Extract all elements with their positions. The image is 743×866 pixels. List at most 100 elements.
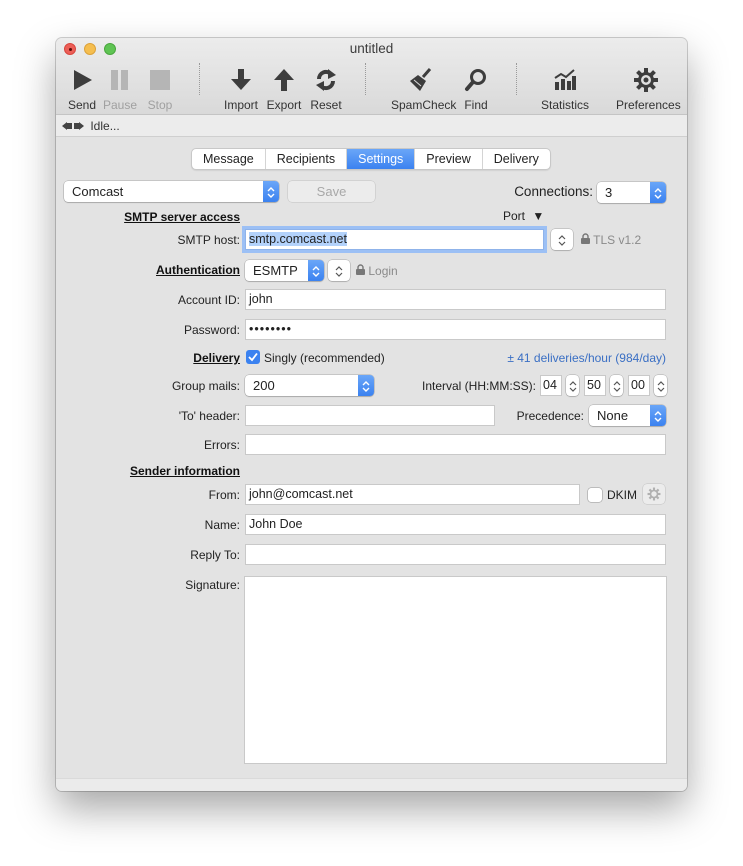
save-button[interactable]: Save — [288, 181, 375, 202]
singly-checkbox[interactable] — [246, 350, 260, 364]
interval-seconds-input[interactable]: 00 — [628, 375, 650, 396]
reset-label: Reset — [310, 98, 342, 112]
gear-icon — [616, 64, 676, 96]
window-title: untitled — [349, 41, 394, 56]
updown-chevron-icon — [263, 181, 279, 202]
spamcheck-label: SpamCheck — [391, 98, 457, 112]
errors-label: Errors: — [204, 438, 240, 452]
precedence-select[interactable]: None — [589, 405, 666, 426]
from-label: From: — [208, 488, 240, 502]
status-bar: Idle... — [56, 115, 687, 137]
port-menu[interactable]: Port ▼ — [503, 209, 544, 223]
precedence-label: Precedence: — [516, 409, 584, 423]
errors-input[interactable] — [245, 434, 666, 455]
group-mails-select[interactable]: 200 — [245, 375, 374, 396]
singly-label: Singly (recommended) — [264, 351, 385, 365]
triangle-down-icon: ▼ — [532, 209, 545, 223]
port-stepper[interactable] — [551, 229, 573, 250]
connections-label: Connections: — [514, 184, 593, 199]
authentication-section-heading: Authentication — [156, 263, 240, 277]
port-label: Port — [503, 209, 526, 223]
group-mails-label: Group mails: — [171, 379, 240, 393]
login-label: Login — [368, 264, 398, 278]
find-button[interactable]: Find — [446, 64, 506, 112]
password-label: Password: — [183, 323, 240, 337]
tls-label: TLS v1.2 — [593, 233, 642, 247]
window-footer — [56, 778, 687, 791]
toolbar: untitled Send Pause Stop Import Export R… — [56, 38, 687, 115]
tab-settings[interactable]: Settings — [347, 149, 416, 169]
interval-hours-input[interactable]: 04 — [540, 375, 562, 396]
tab-bar: Message Recipients Settings Preview Deli… — [191, 148, 551, 170]
updown-chevron-icon — [650, 182, 666, 203]
stop-button[interactable]: Stop — [130, 64, 190, 112]
updown-chevron-icon — [308, 260, 324, 281]
account-id-input[interactable]: john — [245, 289, 666, 310]
account-id-label: Account ID: — [177, 293, 240, 307]
connections-value: 3 — [605, 185, 613, 200]
lock-icon — [581, 233, 590, 247]
stop-label: Stop — [147, 98, 173, 112]
lock-icon — [356, 264, 365, 278]
interval-seconds-stepper[interactable] — [654, 375, 667, 396]
interval-minutes-input[interactable]: 50 — [584, 375, 606, 396]
app-window: untitled Send Pause Stop Import Export R… — [56, 38, 687, 791]
status-text: Idle... — [90, 119, 120, 133]
broom-icon — [391, 64, 451, 96]
refresh-icon — [296, 64, 356, 96]
connections-select[interactable]: 3 — [597, 182, 666, 203]
password-input[interactable]: •••••••• — [245, 319, 666, 340]
interval-hours-stepper[interactable] — [566, 375, 579, 396]
preferences-label: Preferences — [616, 98, 681, 112]
name-label: Name: — [204, 518, 240, 532]
statistics-label: Statistics — [540, 98, 589, 112]
interval-label: Interval (HH:MM:SS): — [421, 379, 536, 393]
smtp-section-heading: SMTP server access — [124, 210, 240, 224]
spamcheck-button[interactable]: SpamCheck — [391, 64, 457, 112]
interval-minutes-stepper[interactable] — [610, 375, 623, 396]
name-input[interactable]: John Doe — [245, 514, 666, 535]
sender-section-heading: Sender information — [129, 464, 240, 478]
authentication-stepper[interactable] — [328, 260, 350, 281]
tab-message[interactable]: Message — [192, 149, 266, 169]
tab-delivery[interactable]: Delivery — [483, 149, 550, 169]
account-preset-select[interactable]: Comcast — [64, 181, 279, 202]
reply-to-input[interactable] — [245, 544, 666, 565]
stop-icon — [130, 64, 190, 96]
dkim-label: DKIM — [607, 488, 637, 502]
toolbar-separator — [516, 63, 517, 95]
delivery-section-heading: Delivery — [193, 351, 240, 365]
find-label: Find — [464, 98, 488, 112]
authentication-value: ESMTP — [253, 263, 298, 278]
toolbar-separator — [199, 63, 200, 95]
smtp-host-label: SMTP host: — [177, 233, 240, 247]
tab-recipients[interactable]: Recipients — [266, 149, 348, 169]
authentication-select[interactable]: ESMTP — [245, 260, 324, 281]
chart-icon — [535, 64, 595, 96]
dkim-checkbox[interactable] — [588, 488, 602, 502]
group-mails-value: 200 — [253, 378, 275, 393]
updown-chevron-icon — [358, 375, 374, 396]
reset-button[interactable]: Reset — [296, 64, 356, 112]
tls-indicator: TLS v1.2 — [581, 233, 641, 247]
from-input[interactable]: john@comcast.net — [245, 484, 580, 505]
statistics-button[interactable]: Statistics — [535, 64, 595, 112]
toolbar-separator — [365, 63, 366, 95]
to-header-input[interactable] — [245, 405, 495, 426]
dkim-settings-button[interactable] — [643, 484, 665, 504]
connection-plug-icon — [62, 116, 84, 138]
to-header-label: 'To' header: — [178, 409, 240, 423]
precedence-value: None — [597, 408, 629, 423]
preferences-button[interactable]: Preferences — [616, 64, 681, 112]
gear-icon — [647, 487, 661, 501]
magnifier-icon — [446, 64, 506, 96]
updown-chevron-icon — [650, 405, 666, 426]
signature-textarea[interactable] — [244, 576, 667, 764]
login-indicator: Login — [356, 264, 398, 278]
checkmark-icon — [248, 352, 258, 362]
delivery-rate-text: ± 41 deliveries/hour (984/day) — [507, 351, 666, 365]
smtp-host-value: smtp.comcast.net — [249, 232, 347, 246]
reply-to-label: Reply To: — [190, 548, 240, 562]
tab-preview[interactable]: Preview — [415, 149, 483, 169]
smtp-host-input[interactable]: smtp.comcast.net — [245, 229, 544, 250]
